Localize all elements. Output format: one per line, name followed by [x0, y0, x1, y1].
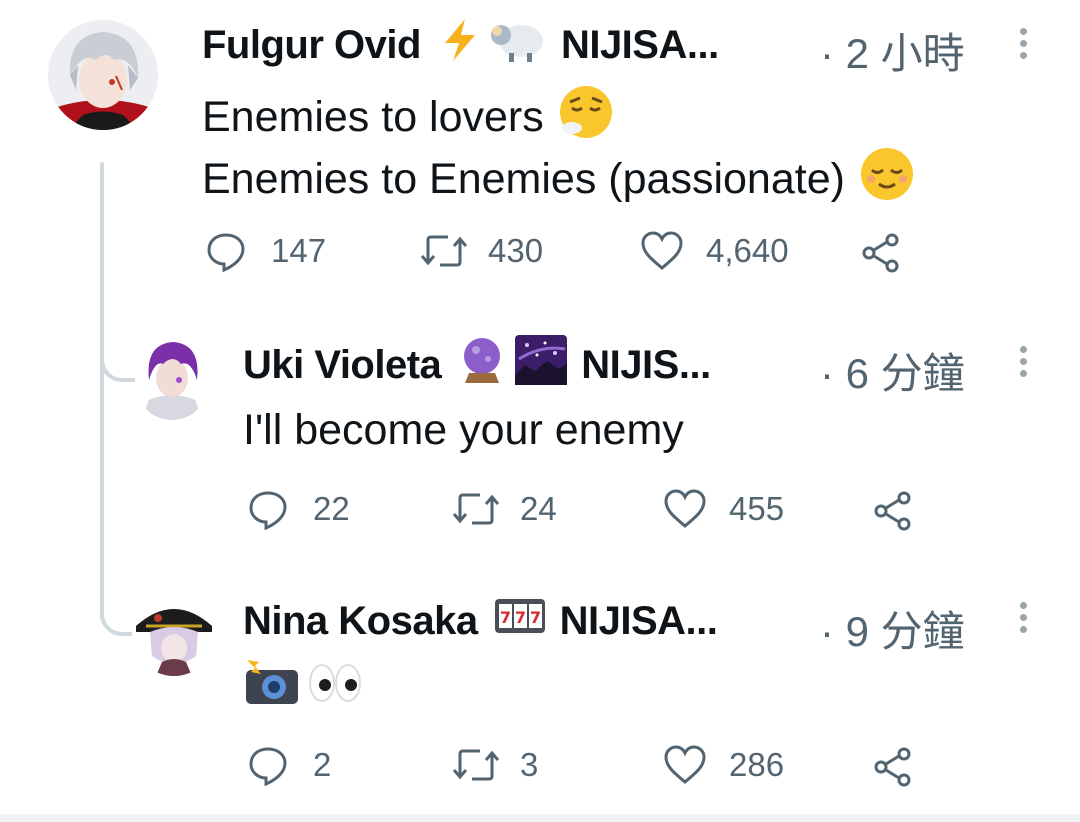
- reply-count: 22: [313, 490, 350, 527]
- tweet-text-line: Enemies to lovers: [202, 84, 614, 151]
- retweet-icon: [452, 488, 500, 530]
- like-button[interactable]: 4,640: [640, 230, 789, 272]
- tweet-text-line: I'll become your enemy: [243, 406, 684, 454]
- tweet-nina[interactable]: Nina Kosaka 777 NIJISA... · 9 分鐘 2 3 286: [0, 580, 1080, 814]
- retweet-count: 430: [488, 232, 544, 269]
- avatar[interactable]: [135, 336, 209, 420]
- retweet-button[interactable]: 3: [452, 744, 538, 786]
- like-count: 455: [729, 490, 785, 527]
- badge-text: NIJIS...: [581, 342, 711, 387]
- retweet-count: 24: [520, 490, 557, 527]
- svg-text:7: 7: [500, 608, 511, 627]
- timestamp[interactable]: · 6 分鐘: [820, 340, 965, 401]
- display-name[interactable]: Uki Violeta: [243, 343, 442, 388]
- retweet-count: 3: [520, 746, 539, 783]
- reply-icon: [205, 230, 247, 272]
- timestamp[interactable]: · 9 分鐘: [820, 598, 965, 659]
- share-button[interactable]: [872, 490, 914, 532]
- more-options-icon[interactable]: [1020, 602, 1028, 638]
- share-button[interactable]: [872, 746, 914, 788]
- heart-icon: [663, 744, 707, 786]
- heart-icon: [640, 230, 684, 272]
- display-name[interactable]: Fulgur Ovid: [202, 23, 421, 68]
- camera-flash-emoji: [243, 658, 301, 713]
- tweet-text-line: Enemies to Enemies (passionate): [202, 146, 915, 213]
- reply-icon: [247, 744, 289, 786]
- divider: [0, 814, 1080, 822]
- milky-way-emoji: [515, 335, 568, 395]
- retweet-button[interactable]: 430: [420, 230, 543, 272]
- reply-count: 147: [271, 232, 327, 269]
- tweet-header: Nina Kosaka 777 NIJISA...: [243, 595, 718, 647]
- display-name[interactable]: Nina Kosaka: [243, 599, 478, 644]
- reply-icon: [247, 488, 289, 530]
- more-options-icon[interactable]: [1020, 28, 1028, 64]
- share-icon: [860, 232, 902, 274]
- retweet-button[interactable]: 24: [452, 488, 557, 530]
- svg-text:7: 7: [515, 608, 526, 627]
- retweet-icon: [452, 744, 500, 786]
- like-button[interactable]: 286: [663, 744, 784, 786]
- more-options-icon[interactable]: [1020, 346, 1028, 382]
- badge-text: NIJISA...: [559, 598, 718, 643]
- lightning-emoji: [437, 17, 483, 73]
- svg-text:7: 7: [530, 608, 541, 627]
- slot-machine-emoji: 777: [494, 595, 546, 647]
- tweet-emoji-line: [243, 658, 363, 713]
- crystal-ball-emoji: [457, 335, 507, 395]
- share-button[interactable]: [860, 232, 902, 274]
- tweet-uki[interactable]: Uki Violeta NIJIS... · 6 分鐘 I'll become …: [0, 320, 1080, 560]
- badge-text: NIJISA...: [560, 22, 719, 67]
- tweet-header: Fulgur Ovid NIJISA...: [202, 19, 719, 68]
- reply-button[interactable]: 22: [247, 488, 350, 530]
- avatar[interactable]: [48, 20, 158, 130]
- sheep-emoji: [487, 17, 547, 73]
- timestamp[interactable]: · 2 小時: [820, 20, 965, 81]
- reply-button[interactable]: 2: [247, 744, 331, 786]
- like-button[interactable]: 455: [663, 488, 784, 530]
- like-count: 4,640: [706, 232, 789, 269]
- avatar[interactable]: [132, 592, 216, 676]
- retweet-icon: [420, 230, 468, 272]
- relieved-face-emoji: [859, 146, 915, 213]
- reply-count: 2: [313, 746, 332, 783]
- share-icon: [872, 746, 914, 788]
- like-count: 286: [729, 746, 785, 783]
- heart-icon: [663, 488, 707, 530]
- eyes-emoji: [307, 661, 363, 710]
- tweet-fulgur[interactable]: Fulgur Ovid NIJISA... · 2 小時 Enemies to …: [0, 0, 1080, 300]
- reply-button[interactable]: 147: [205, 230, 326, 272]
- share-icon: [872, 490, 914, 532]
- tweet-header: Uki Violeta NIJIS...: [243, 335, 711, 388]
- exhaling-face-emoji: [558, 84, 614, 151]
